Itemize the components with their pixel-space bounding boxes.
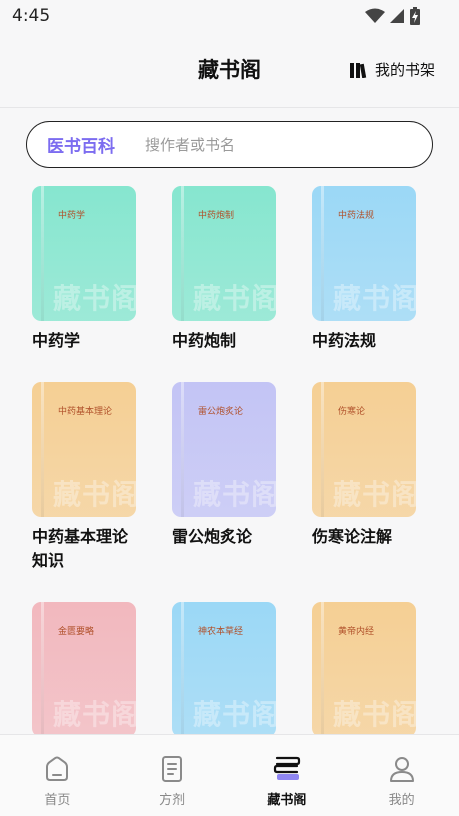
book-item[interactable]: 中药基本理论 藏书阁 中药基本理论知识	[32, 382, 138, 573]
cover-title: 雷公炮炙论	[198, 407, 244, 417]
cellular-signal-icon	[390, 9, 404, 23]
battery-icon	[410, 7, 420, 25]
cover-spine	[181, 602, 184, 734]
status-icons	[365, 7, 421, 25]
cover-title: 中药法规	[338, 211, 375, 221]
book-cover[interactable]: 中药学 藏书阁	[32, 186, 136, 321]
cover-title: 中药基本理论	[58, 407, 113, 417]
bookshelf-icon	[349, 62, 367, 78]
book-name[interactable]: 中药基本理论知识	[32, 525, 138, 573]
cover-title: 中药学	[58, 211, 86, 221]
book-item[interactable]: 中药炮制 藏书阁 中药炮制	[172, 186, 278, 353]
cover-watermark: 藏书阁	[332, 698, 416, 731]
book-item[interactable]: 伤寒论 藏书阁 伤寒论注解	[312, 382, 418, 549]
prescription-icon	[162, 756, 183, 782]
book-name[interactable]: 中药学	[32, 329, 138, 353]
profile-icon	[389, 757, 414, 782]
nav-label-profile: 我的	[388, 793, 415, 808]
status-bar: 4:45	[0, 0, 459, 32]
book-cover[interactable]: 中药基本理论 藏书阁	[32, 382, 136, 517]
book-cover[interactable]: 中药法规 藏书阁	[312, 186, 416, 321]
my-bookshelf-button[interactable]: 我的书架	[349, 59, 435, 80]
cover-spine	[181, 186, 184, 321]
nav-label-prescription: 方剂	[159, 793, 186, 808]
cover-watermark: 藏书阁	[192, 698, 276, 731]
cover-watermark: 藏书阁	[192, 282, 276, 315]
book-cover[interactable]: 金匮要略 藏书阁	[32, 602, 136, 734]
book-name[interactable]: 伤寒论注解	[312, 525, 418, 549]
nav-item-home[interactable]: 首页	[0, 735, 115, 816]
book-name[interactable]: 中药炮制	[172, 329, 278, 353]
nav-item-library[interactable]: 藏书阁	[230, 735, 345, 816]
home-icon	[46, 756, 69, 781]
cover-spine	[321, 602, 324, 734]
nav-label-home: 首页	[44, 793, 71, 808]
cover-title: 黄帝内经	[338, 627, 375, 637]
book-cover[interactable]: 神农本草经 藏书阁	[172, 602, 276, 734]
library-icon	[273, 756, 300, 780]
nav-item-prescription[interactable]: 方剂	[115, 735, 230, 816]
book-name[interactable]: 中药法规	[312, 329, 418, 353]
my-bookshelf-label: 我的书架	[374, 61, 435, 79]
book-cover[interactable]: 黄帝内经 藏书阁	[312, 602, 416, 734]
cover-spine	[181, 382, 184, 517]
book-cover[interactable]: 中药炮制 藏书阁	[172, 186, 276, 321]
cover-title: 伤寒论	[338, 407, 366, 417]
cover-spine	[41, 602, 44, 734]
header: 藏书阁 我的书架	[0, 32, 459, 108]
cover-spine	[321, 186, 324, 321]
cover-watermark: 藏书阁	[332, 478, 416, 511]
book-name[interactable]: 雷公炮炙论	[172, 525, 278, 549]
cover-title: 神农本草经	[198, 627, 244, 637]
cover-watermark: 藏书阁	[52, 478, 136, 511]
cover-watermark: 藏书阁	[192, 478, 276, 511]
search-bar[interactable]: 医书百科	[26, 121, 433, 168]
book-item[interactable]: 黄帝内经 藏书阁	[312, 602, 418, 734]
search-category[interactable]: 医书百科	[47, 132, 115, 157]
bottom-nav: 首页 方剂 藏书阁 我的	[0, 734, 459, 816]
cover-watermark: 藏书阁	[332, 282, 416, 315]
book-cover[interactable]: 伤寒论 藏书阁	[312, 382, 416, 517]
book-item[interactable]: 雷公炮炙论 藏书阁 雷公炮炙论	[172, 382, 278, 549]
cover-spine	[41, 382, 44, 517]
book-grid: 中药学 藏书阁 中药学 中药炮制 藏书阁 中药炮制 中药法规 藏书阁 中药法规 …	[0, 186, 459, 734]
wifi-icon	[365, 8, 385, 23]
cover-spine	[41, 186, 44, 321]
cover-spine	[321, 382, 324, 517]
nav-item-profile[interactable]: 我的	[344, 735, 459, 816]
book-item[interactable]: 中药学 藏书阁 中药学	[32, 186, 138, 353]
book-item[interactable]: 神农本草经 藏书阁	[172, 602, 278, 734]
book-item[interactable]: 中药法规 藏书阁 中药法规	[312, 186, 418, 353]
book-item[interactable]: 金匮要略 藏书阁	[32, 602, 138, 734]
nav-label-library: 藏书阁	[267, 793, 307, 808]
cover-watermark: 藏书阁	[52, 282, 136, 315]
cover-watermark: 藏书阁	[52, 698, 136, 731]
status-time: 4:45	[12, 6, 51, 26]
book-cover[interactable]: 雷公炮炙论 藏书阁	[172, 382, 276, 517]
search-input[interactable]	[145, 135, 365, 154]
cover-title: 中药炮制	[198, 211, 235, 221]
cover-title: 金匮要略	[58, 627, 95, 637]
